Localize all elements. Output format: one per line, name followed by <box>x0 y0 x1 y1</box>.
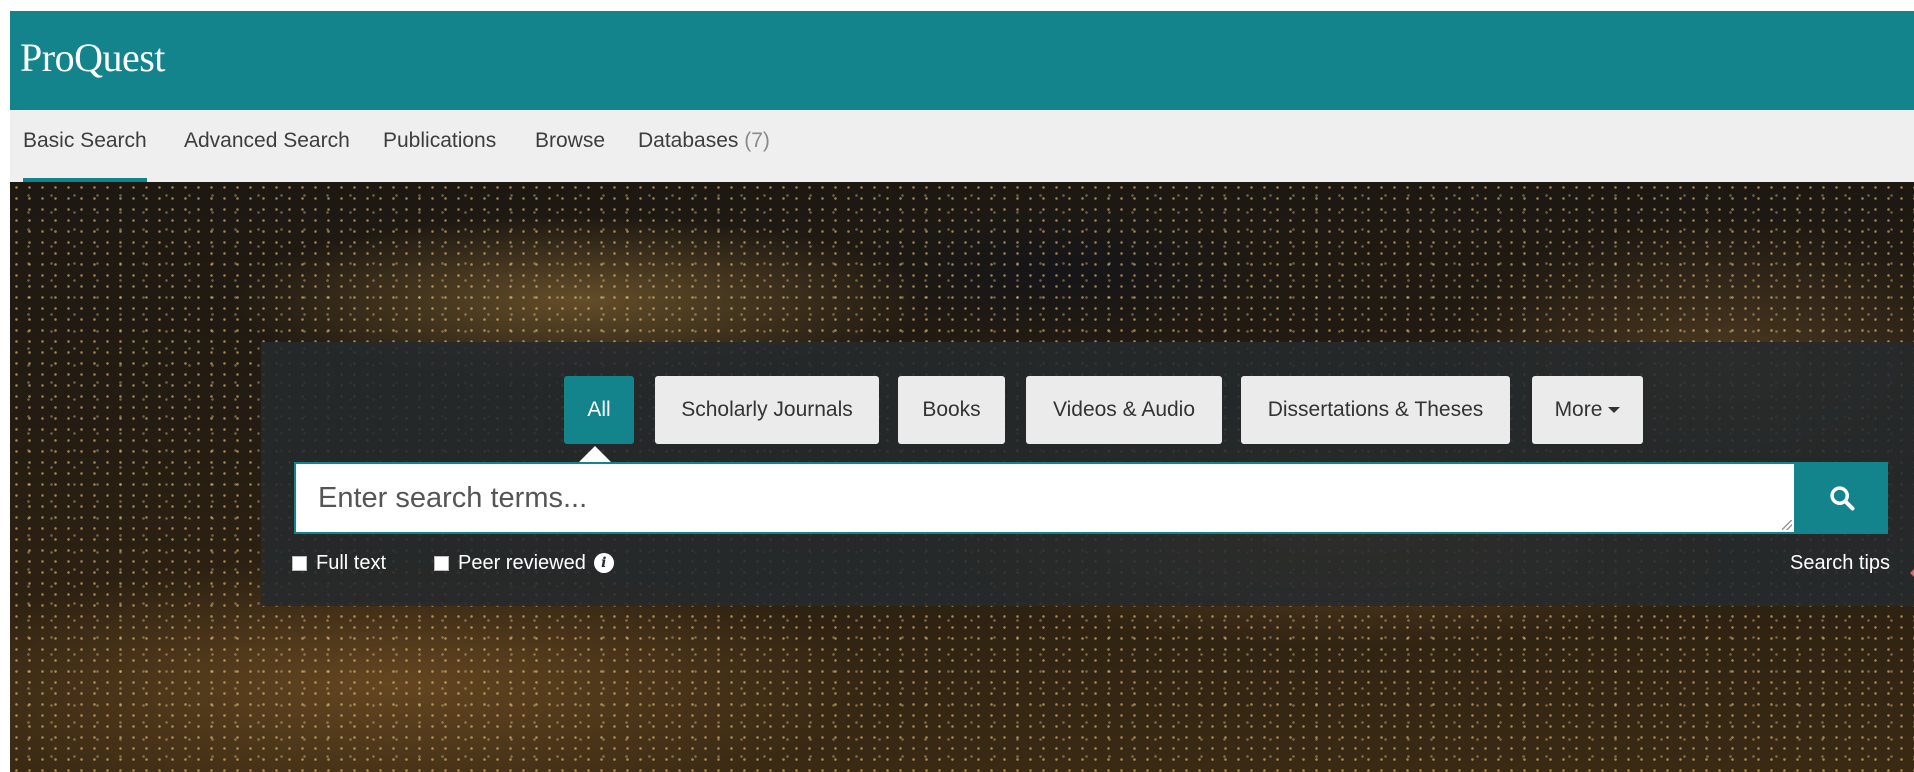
peer-reviewed-option[interactable]: Peer reviewed i <box>434 547 614 579</box>
nav-databases-count: (7) <box>744 129 770 152</box>
source-type-books[interactable]: Books <box>898 376 1005 444</box>
full-text-option[interactable]: Full text <box>292 547 386 579</box>
nav-publications[interactable]: Publications <box>383 110 496 182</box>
peer-reviewed-label: Peer reviewed <box>458 551 586 574</box>
selected-pointer <box>579 446 611 462</box>
nav-databases-label: Databases <box>638 129 739 152</box>
proquest-page: ProQuest Basic Search Advanced Search Pu… <box>10 11 1914 772</box>
resize-grip[interactable] <box>1782 520 1792 530</box>
nav-advanced-search[interactable]: Advanced Search <box>184 110 350 182</box>
hero-background: All Scholarly Journals Books Videos & Au… <box>10 182 1914 772</box>
source-type-more-dropdown[interactable]: More <box>1532 376 1643 444</box>
source-type-videos-audio[interactable]: Videos & Audio <box>1026 376 1222 444</box>
source-type-all[interactable]: All <box>564 376 634 444</box>
peer-reviewed-checkbox[interactable] <box>434 555 449 571</box>
annotation-arrow <box>1910 559 1914 587</box>
nav-basic-search[interactable]: Basic Search <box>23 110 147 182</box>
more-label: More <box>1554 398 1603 421</box>
search-icon <box>1830 486 1855 511</box>
search-input[interactable] <box>294 462 1796 534</box>
nav-databases[interactable]: Databases (7) <box>638 110 770 182</box>
search-panel: All Scholarly Journals Books Videos & Au… <box>261 342 1914 606</box>
nav-browse[interactable]: Browse <box>535 110 605 182</box>
main-nav: Basic Search Advanced Search Publication… <box>10 110 1914 182</box>
search-tips-link[interactable]: Search tips <box>1790 547 1890 579</box>
info-icon[interactable]: i <box>593 553 614 573</box>
search-button[interactable] <box>1796 462 1888 534</box>
full-text-label: Full text <box>316 551 387 574</box>
source-type-scholarly-journals[interactable]: Scholarly Journals <box>655 376 879 444</box>
source-type-dissertations-theses[interactable]: Dissertations & Theses <box>1241 376 1510 444</box>
caret-down-icon <box>1608 407 1621 414</box>
header-bar: ProQuest <box>10 11 1914 110</box>
full-text-checkbox[interactable] <box>292 555 307 571</box>
proquest-logo[interactable]: ProQuest <box>20 34 165 81</box>
